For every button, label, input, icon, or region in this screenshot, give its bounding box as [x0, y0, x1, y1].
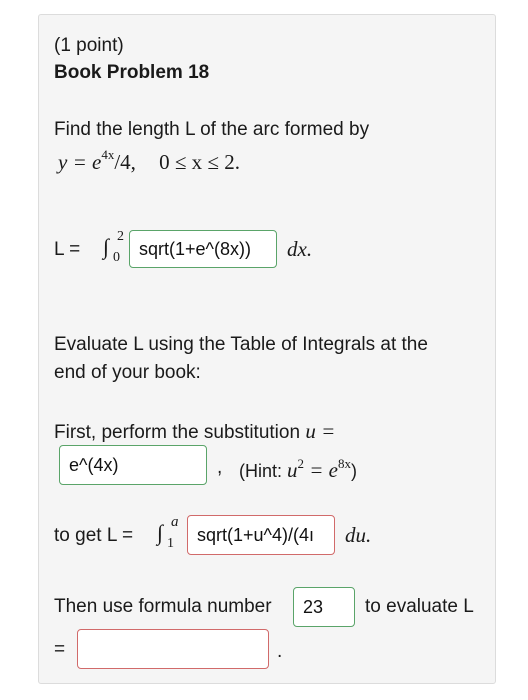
- integral1-lower: 0: [113, 250, 120, 265]
- hint-u: u: [287, 458, 298, 482]
- equation-lhs: y = e: [58, 150, 102, 174]
- integrand-input[interactable]: sqrt(1+e^(8x)): [129, 230, 277, 268]
- formula-text: Then use formula number: [54, 596, 272, 617]
- hint-power: 2: [297, 456, 305, 471]
- problem-panel: (1 point) Book Problem 18 Find the lengt…: [38, 14, 496, 684]
- final-period: .: [277, 641, 283, 662]
- integral1-tail: dx.: [287, 237, 313, 261]
- integral2-label: to get L =: [54, 525, 134, 546]
- problem-prompt: Find the length L of the arc formed by: [54, 119, 370, 140]
- arc-equation: y = e4x/4, 0 ≤ x ≤ 2.: [58, 145, 240, 174]
- formula-tail: to evaluate L: [365, 596, 474, 617]
- integral-sign-2: ∫: [157, 520, 164, 545]
- integral2-upper: a: [171, 514, 179, 530]
- equation-exponent: 4x: [101, 147, 115, 162]
- evaluate-line-1: Evaluate L using the Table of Integrals …: [54, 334, 428, 355]
- substitution-label: First, perform the substitution: [54, 422, 301, 443]
- hint-rhs: = e: [304, 458, 339, 482]
- substitution-text: First, perform the substitution u =: [54, 419, 335, 445]
- substitution-comma: ,: [217, 457, 223, 478]
- final-answer-input[interactable]: [77, 629, 269, 669]
- equation-rest: /4,: [114, 150, 136, 174]
- integral1-label: L =: [54, 239, 81, 260]
- hint-suffix: ): [351, 461, 358, 481]
- hint-exponent: 8x: [338, 456, 352, 471]
- evaluate-line-2: end of your book:: [54, 362, 201, 383]
- integral1-upper: 2: [117, 229, 124, 244]
- final-equals: =: [54, 639, 66, 660]
- hint-prefix: (Hint:: [239, 461, 288, 481]
- integral-sign-1: ∫: [103, 234, 110, 259]
- problem-title: Book Problem 18: [54, 62, 210, 83]
- integral2-lower: 1: [167, 536, 174, 551]
- integral2-tail: du.: [345, 523, 372, 547]
- formula-number-input[interactable]: 23: [293, 587, 355, 627]
- substitution-hint: (Hint: u2 = e8x): [239, 454, 357, 483]
- points-label: (1 point): [54, 35, 124, 56]
- equation-range: 0 ≤ x ≤ 2.: [159, 150, 240, 174]
- substitution-input[interactable]: e^(4x): [59, 445, 207, 485]
- substituted-integrand-input[interactable]: sqrt(1+u^4)/(4ı: [187, 515, 335, 555]
- substitution-var: u =: [305, 419, 336, 443]
